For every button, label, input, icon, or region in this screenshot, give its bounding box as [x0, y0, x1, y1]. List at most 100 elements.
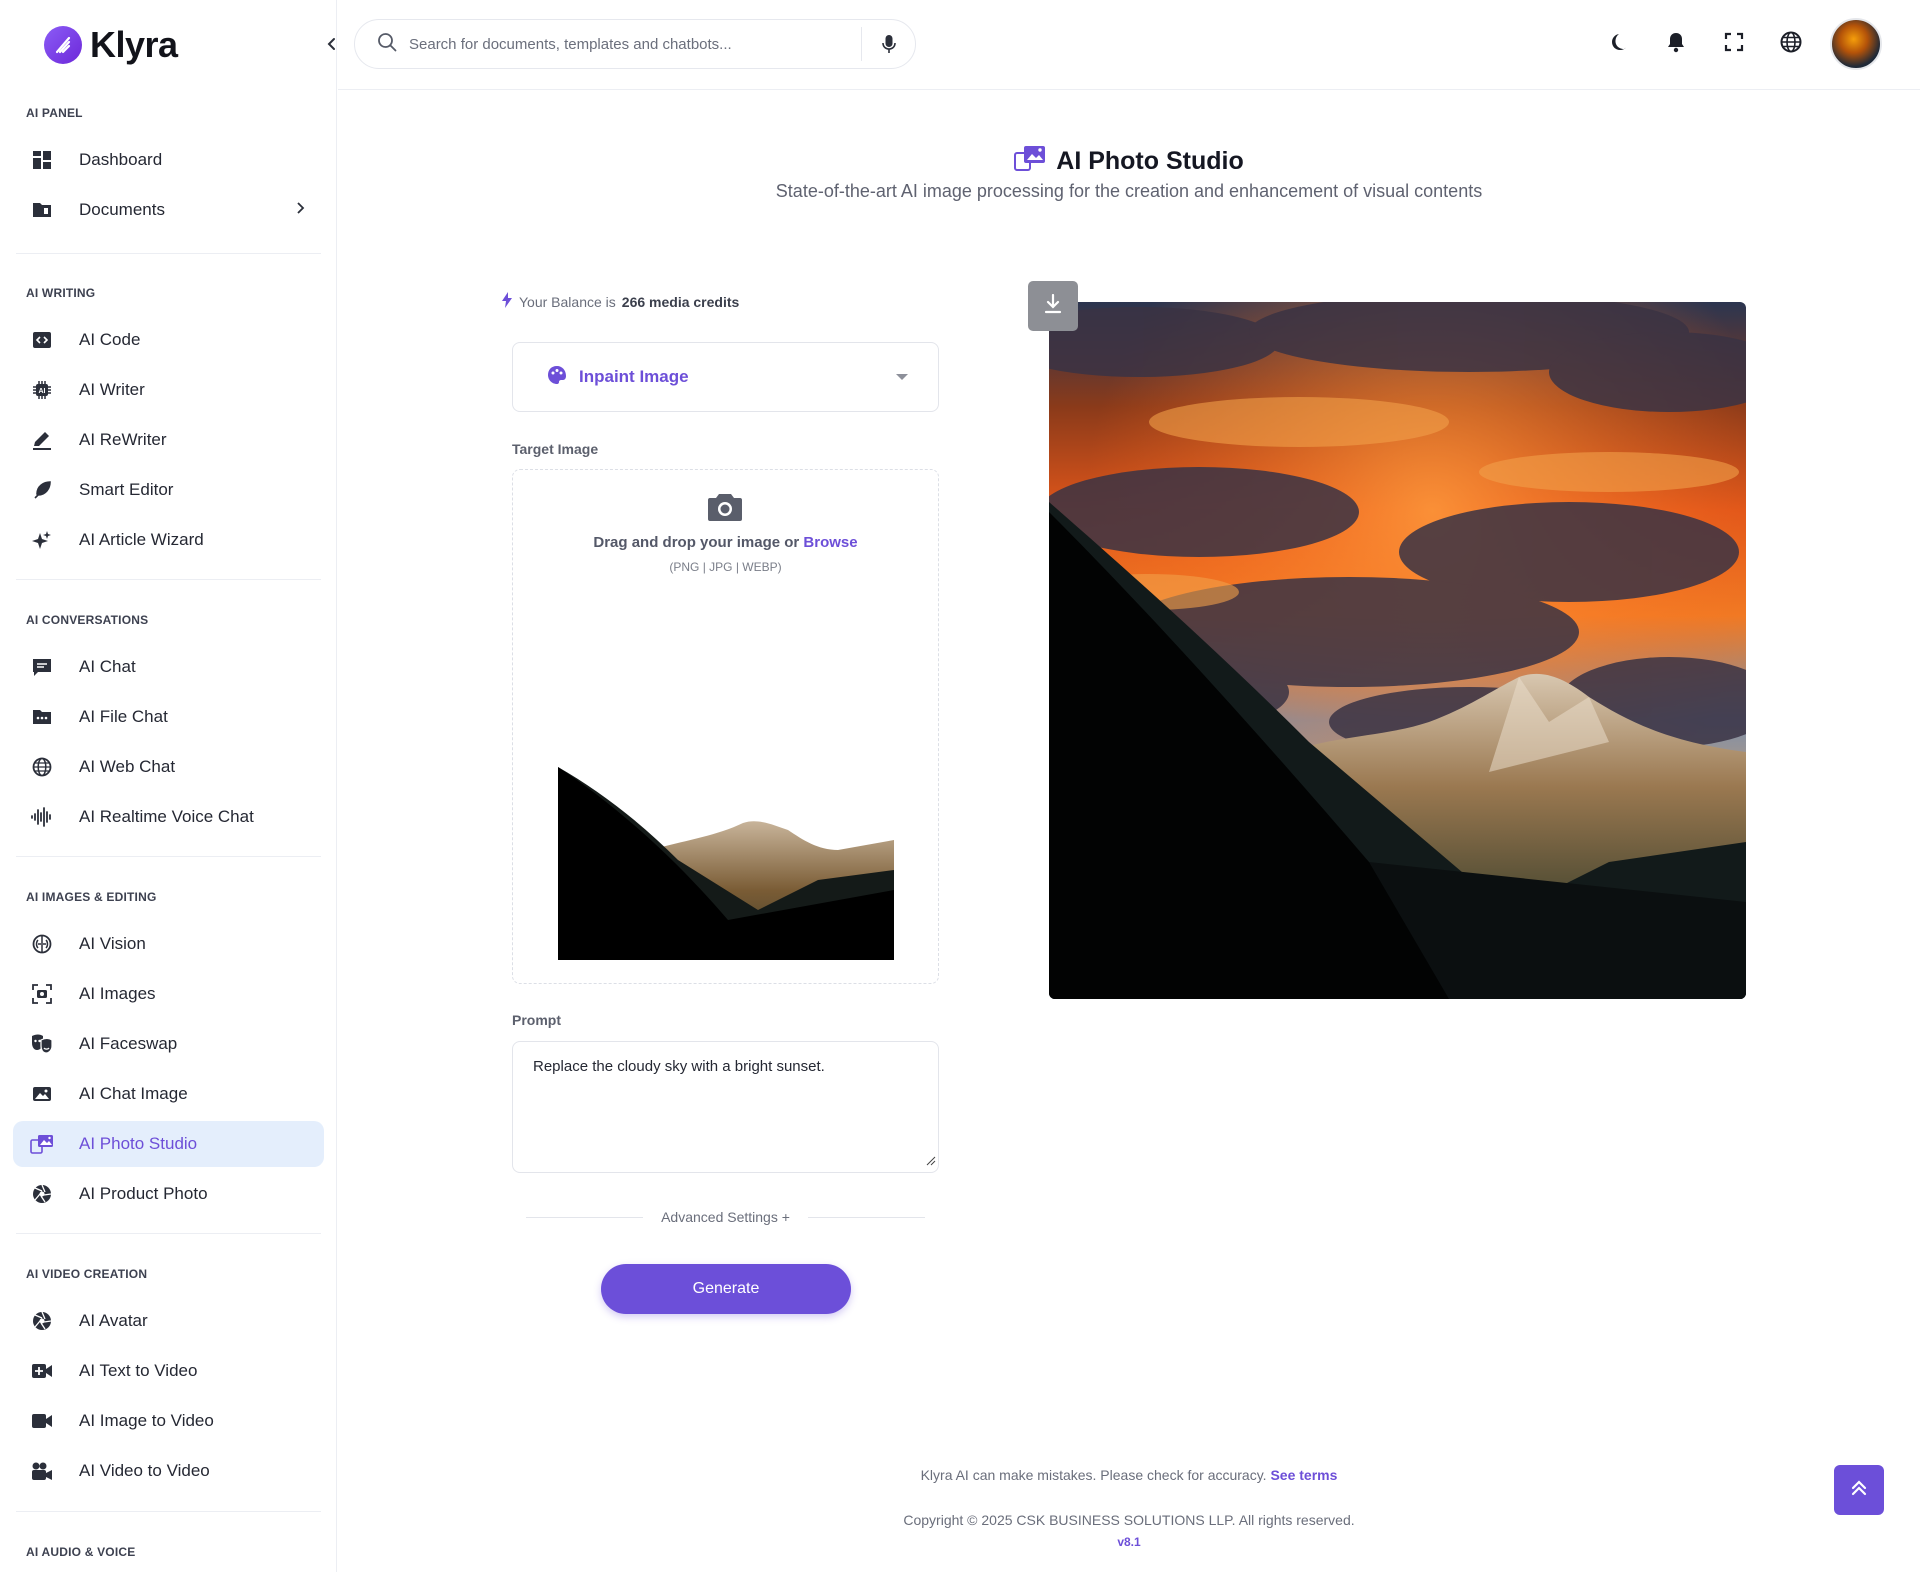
search-icon — [377, 32, 397, 57]
camera-icon — [707, 492, 743, 527]
sidebar-item-ai-product-photo[interactable]: AI Product Photo — [13, 1171, 324, 1217]
sidebar-item-ai-vision[interactable]: AI Vision — [13, 921, 324, 967]
brand-name: Klyra — [90, 24, 178, 65]
caret-down-icon — [896, 374, 908, 380]
sidebar-item-ai-photo-studio[interactable]: AI Photo Studio — [13, 1121, 324, 1167]
sidebar-divider — [16, 1233, 321, 1234]
mode-select[interactable]: Inpaint Image — [512, 342, 939, 412]
divider-line — [526, 1216, 644, 1218]
moon-icon — [1610, 32, 1630, 57]
sidebar-item-label: AI Text to Video — [79, 1361, 198, 1380]
dropzone-instruction: Drag and drop your image or — [593, 534, 800, 551]
dropzone-text: Drag and drop your image or Browse — [513, 534, 938, 551]
sidebar-item-ai-chat[interactable]: AI Chat — [13, 644, 324, 690]
sidebar-item-label: AI Chat — [79, 657, 136, 676]
version-label: v8.1 — [1117, 1535, 1141, 1549]
divider-line — [807, 1216, 925, 1218]
advanced-settings-label: Advanced Settings + — [661, 1209, 790, 1225]
sidebar-item-label: AI Code — [79, 330, 141, 349]
browse-link[interactable]: Browse — [803, 534, 857, 551]
page-title-text: AI Photo Studio — [1056, 147, 1244, 175]
palette-icon — [547, 365, 567, 390]
search-input[interactable]: Search for documents, templates and chat… — [409, 36, 861, 53]
section-ai-video: AI VIDEO CREATION — [26, 1267, 148, 1281]
sidebar-item-ai-web-chat[interactable]: AI Web Chat — [13, 744, 324, 790]
search-bar[interactable]: Search for documents, templates and chat… — [354, 19, 916, 69]
mode-select-value: Inpaint Image — [579, 367, 689, 386]
sidebar-item-label: AI Realtime Voice Chat — [79, 807, 254, 826]
sidebar-item-ai-file-chat[interactable]: AI File Chat — [13, 694, 324, 740]
section-ai-audio: AI AUDIO & VOICE — [26, 1545, 136, 1559]
sidebar-item-label: Documents — [79, 200, 165, 219]
collapse-sidebar-button[interactable] — [320, 32, 336, 56]
result-image[interactable] — [1049, 302, 1746, 999]
sidebar-item-ai-code[interactable]: AI Code — [13, 317, 324, 363]
sidebar-item-ai-writer[interactable]: AI AI Writer — [13, 367, 324, 413]
dark-mode-toggle[interactable] — [1604, 28, 1636, 60]
sidebar-item-ai-article-wizard[interactable]: AI Article Wizard — [13, 517, 324, 563]
aperture-icon — [30, 1182, 54, 1206]
notifications-button[interactable] — [1660, 28, 1692, 60]
sidebar-item-label: AI ReWriter — [79, 430, 167, 449]
fullscreen-button[interactable] — [1718, 28, 1750, 60]
page-title-wrap: AI Photo Studio — [0, 144, 1920, 179]
expand-icon — [1724, 32, 1744, 57]
sidebar-item-ai-chat-image[interactable]: AI Chat Image — [13, 1071, 324, 1117]
prompt-textarea[interactable]: Replace the cloudy sky with a bright sun… — [512, 1041, 939, 1173]
disclaimer: Klyra AI can make mistakes. Please check… — [338, 1467, 1920, 1483]
chat-icon — [30, 655, 54, 679]
page-title: AI Photo Studio — [1014, 144, 1244, 179]
microphone-button[interactable] — [861, 27, 915, 61]
sidebar-item-label: AI Image to Video — [79, 1411, 214, 1430]
folder-icon — [30, 198, 54, 222]
sidebar-item-documents[interactable]: Documents — [13, 187, 324, 233]
pen-icon — [30, 428, 54, 452]
code-icon — [30, 328, 54, 352]
sidebar-item-smart-editor[interactable]: Smart Editor — [13, 467, 324, 513]
brand[interactable]: Klyra — [44, 24, 178, 66]
sidebar: Klyra AI PANEL Dashboard Documents AI WR… — [0, 0, 337, 1572]
sidebar-item-label: AI Web Chat — [79, 757, 176, 776]
svg-text:AI: AI — [39, 388, 46, 395]
sidebar-item-label: AI Video to Video — [79, 1461, 210, 1480]
scroll-to-top-button[interactable] — [1834, 1465, 1884, 1515]
see-terms-link[interactable]: See terms — [1270, 1467, 1337, 1483]
sidebar-item-label: AI Product Photo — [79, 1184, 208, 1203]
sidebar-item-ai-faceswap[interactable]: AI Faceswap — [13, 1021, 324, 1067]
sidebar-item-ai-images[interactable]: AI Images — [13, 971, 324, 1017]
user-avatar[interactable] — [1830, 18, 1882, 70]
image-dropzone[interactable]: Drag and drop your image or Browse (PNG … — [512, 469, 939, 984]
download-button[interactable] — [1028, 281, 1078, 331]
sidebar-divider — [16, 579, 321, 580]
disclaimer-text: Klyra AI can make mistakes. Please check… — [920, 1467, 1267, 1483]
sidebar-item-label: AI Photo Studio — [79, 1134, 198, 1153]
sidebar-item-ai-video-to-video[interactable]: AI Video to Video — [13, 1448, 324, 1494]
sidebar-item-label: AI Faceswap — [79, 1034, 178, 1053]
brand-logo-icon — [44, 26, 82, 64]
image-icon — [30, 1082, 54, 1106]
section-ai-images: AI IMAGES & EDITING — [26, 890, 157, 904]
advanced-settings-toggle[interactable]: Advanced Settings + — [526, 1209, 925, 1225]
bell-icon — [1666, 31, 1686, 58]
chip-icon: AI — [30, 378, 54, 402]
sidebar-item-ai-image-to-video[interactable]: AI Image to Video — [13, 1398, 324, 1444]
language-button[interactable] — [1775, 28, 1807, 60]
sidebar-item-label: AI Vision — [79, 934, 146, 953]
sidebar-item-ai-avatar[interactable]: AI Avatar — [13, 1298, 324, 1344]
section-ai-writing: AI WRITING — [26, 286, 96, 300]
sidebar-item-ai-text-to-video[interactable]: AI Text to Video — [13, 1348, 324, 1394]
sidebar-item-ai-realtime-voice-chat[interactable]: AI Realtime Voice Chat — [13, 794, 324, 840]
copyright: Copyright © 2025 CSK BUSINESS SOLUTIONS … — [903, 1512, 1355, 1528]
resize-grip-icon[interactable] — [926, 1153, 936, 1170]
sidebar-item-ai-rewriter[interactable]: AI ReWriter — [13, 417, 324, 463]
aperture-icon — [30, 1309, 54, 1333]
section-ai-panel: AI PANEL — [26, 106, 83, 120]
sidebar-divider — [16, 1511, 321, 1512]
balance-prefix: Your Balance is — [519, 293, 616, 310]
brain-icon — [30, 932, 54, 956]
sidebar-item-label: Smart Editor — [79, 480, 174, 499]
film-camera-icon — [30, 1459, 54, 1483]
photo-studio-icon — [1014, 144, 1046, 179]
generate-button[interactable]: Generate — [601, 1264, 851, 1314]
sidebar-divider — [16, 856, 321, 857]
